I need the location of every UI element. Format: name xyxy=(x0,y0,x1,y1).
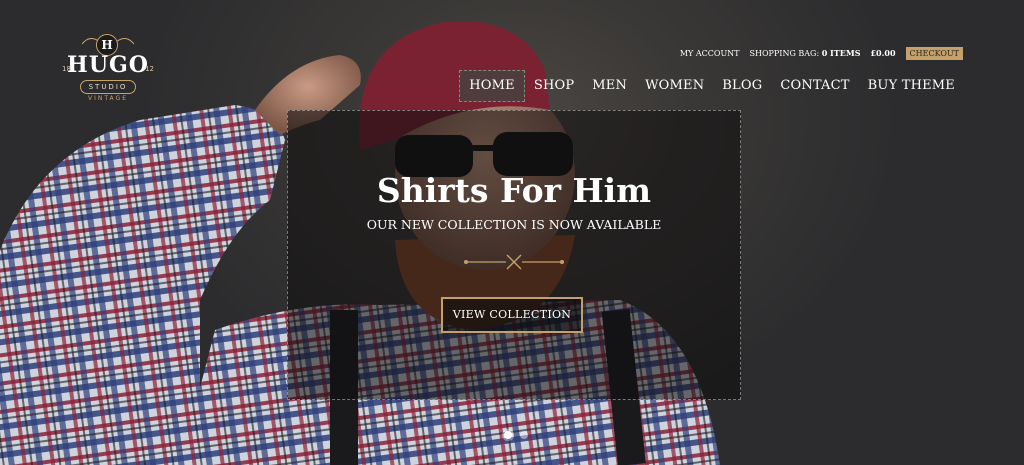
slide-caption: Shirts For Him OUR NEW COLLECTION IS NOW… xyxy=(287,110,741,400)
checkout-button[interactable]: CHECKOUT xyxy=(905,46,963,60)
shopping-bag-label: SHOPPING BAG: xyxy=(749,49,820,58)
slide-title: Shirts For Him xyxy=(376,171,652,210)
cart-total: £0.00 xyxy=(870,48,896,58)
nav-item-shop[interactable]: SHOP xyxy=(525,70,583,102)
my-account-link[interactable]: MY ACCOUNT xyxy=(680,49,740,58)
utility-bar: MY ACCOUNT SHOPPING BAG: 0 ITEMS £0.00 C… xyxy=(680,46,963,60)
nav-item-blog[interactable]: BLOG xyxy=(713,70,771,102)
logo-brand: HUGO xyxy=(67,52,149,78)
site-logo[interactable]: H HUGO 18 12 STUDIO VINTAGE xyxy=(58,28,158,106)
pager-dot[interactable] xyxy=(504,431,512,439)
nav-item-women[interactable]: WOMEN xyxy=(636,70,713,102)
logo-studio: STUDIO xyxy=(80,80,136,94)
slide-subtitle: OUR NEW COLLECTION IS NOW AVAILABLE xyxy=(366,217,662,232)
shopping-bag-count: 0 ITEMS xyxy=(821,48,861,58)
pager-dot[interactable] xyxy=(520,431,528,439)
nav-item-contact[interactable]: CONTACT xyxy=(771,70,858,102)
nav-item-men[interactable]: MEN xyxy=(583,70,636,102)
logo-vintage: VINTAGE xyxy=(87,95,128,102)
view-collection-button[interactable]: VIEW COLLECTION xyxy=(441,297,583,333)
shopping-bag-link[interactable]: SHOPPING BAG: 0 ITEMS xyxy=(750,48,861,58)
ornament-divider-icon xyxy=(464,254,564,270)
logo-year-right: 12 xyxy=(145,65,154,73)
nav-item-buy-theme[interactable]: BUY THEME xyxy=(859,70,964,102)
nav-item-home[interactable]: HOME xyxy=(459,70,525,102)
main-nav: HOME SHOP MEN WOMEN BLOG CONTACT BUY THE… xyxy=(459,70,964,102)
slider-pager xyxy=(504,431,528,439)
logo-year-left: 18 xyxy=(62,65,71,73)
